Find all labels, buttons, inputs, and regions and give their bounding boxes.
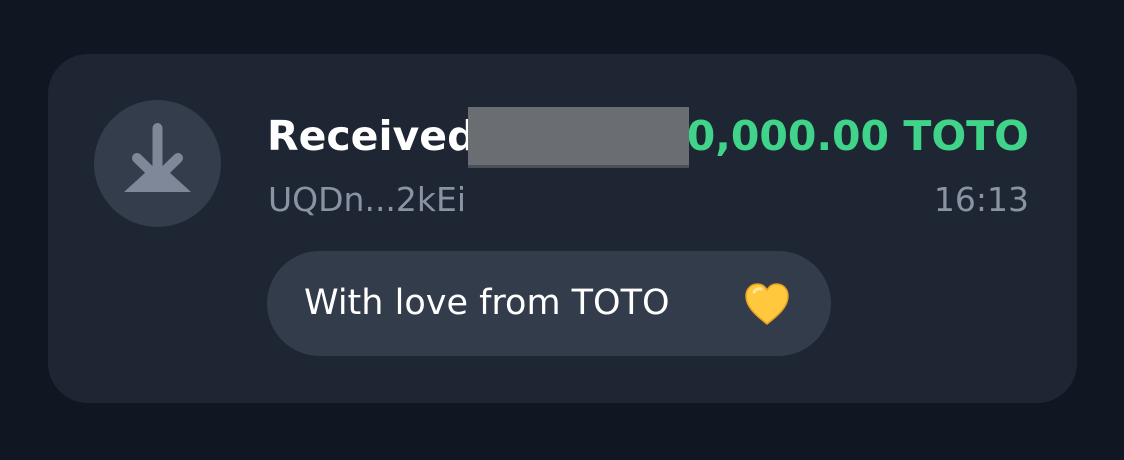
sender-address: UQDn...2kEi [268,180,467,219]
comment-bubble: With love from TOTO [267,251,831,356]
yellow-heart-icon [745,283,789,325]
transaction-time: 16:13 [933,180,1029,219]
comment-text: With love from TOTO [304,283,670,323]
download-arrow-icon [124,123,191,192]
received-icon-badge [94,100,221,227]
redaction-box [468,107,689,168]
page: Received 0,000.00 TOTO UQDn...2kEi 16:13… [0,0,1124,460]
transaction-card[interactable]: Received 0,000.00 TOTO UQDn...2kEi 16:13… [48,54,1077,403]
transaction-amount: 0,000.00 TOTO [686,112,1029,160]
